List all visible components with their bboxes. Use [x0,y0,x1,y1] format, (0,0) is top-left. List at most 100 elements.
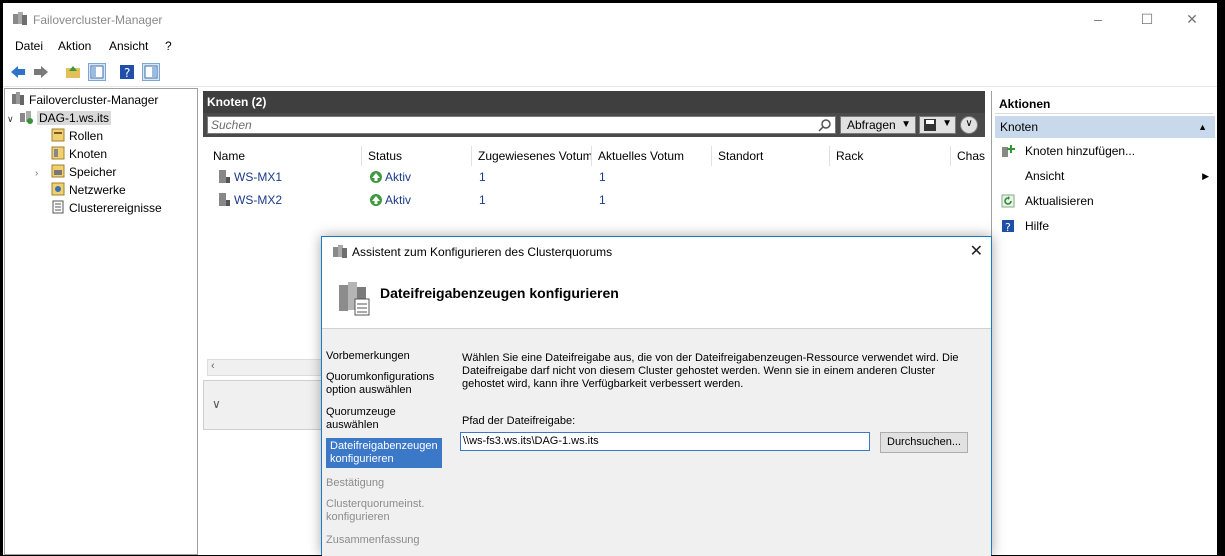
column-rack[interactable]: Rack [830,146,951,166]
chevron-right-icon[interactable]: › [35,166,51,182]
horizontal-scrollbar[interactable]: ‹ [207,359,327,376]
roles-icon [51,128,65,142]
show-action-pane-icon[interactable] [142,63,160,81]
file-share-path-input[interactable]: \\ws-fs3.ws.its\DAG-1.ws.its [460,432,870,451]
networks-icon [51,182,65,196]
menu-help[interactable]: ? [165,39,172,53]
node-current-vote: 1 [599,193,606,207]
table-row[interactable]: WS-MX1 Aktiv 1 1 [207,166,977,188]
close-icon[interactable]: ✕ [970,241,983,261]
events-icon [52,200,64,214]
menu-datei[interactable]: Datei [15,39,43,53]
wizard-step: Zusammenfassung [326,534,420,546]
save-query-button[interactable]: ▼ [919,116,956,134]
cluster-icon [20,111,33,124]
search-input[interactable]: Suchen [207,116,836,134]
expand-button[interactable]: ∨ [960,116,978,134]
tree-item-netzwerke[interactable]: Netzwerke [51,182,126,198]
action-help[interactable]: ? Hilfe [995,215,1213,237]
wizard-step: Bestätigung [326,477,385,489]
action-add-node[interactable]: Knoten hinzufügen... [995,140,1213,162]
pane-title: Knoten (2) [203,91,985,113]
svg-text:?: ? [1005,221,1011,233]
wizard-step: Vorbemerkungen [326,350,410,362]
tree-root[interactable]: Failovercluster-Manager [11,92,158,108]
status-up-icon [370,171,382,183]
actions-pane: Aktionen Knoten ▲ Knoten hinzufügen... An… [991,91,1217,555]
cluster-manager-icon [13,12,27,25]
node-assigned-vote: 1 [479,170,486,184]
actions-section-label: Knoten [1000,120,1039,134]
action-refresh[interactable]: Aktualisieren [995,190,1213,212]
column-assigned-vote[interactable]: Zugewiesenes Votum [472,146,592,166]
back-arrow-icon[interactable] [10,64,26,80]
actions-section[interactable]: Knoten ▲ [995,116,1215,138]
add-node-icon [1002,145,1015,157]
tree-item-knoten[interactable]: Knoten [51,146,107,162]
tree-item-rollen[interactable]: Rollen [51,128,103,144]
up-folder-icon[interactable] [65,64,81,80]
path-label: Pfad der Dateifreigabe: [462,415,576,427]
description-text: Wählen Sie eine Dateifreigabe aus, die v… [462,352,959,390]
wizard-step-active: Dateifreigabenzeugen konfigurieren [326,438,442,468]
column-status[interactable]: Status [362,146,472,166]
svg-text:?: ? [124,66,130,80]
close-button[interactable]: ✕ [1169,3,1215,35]
server-icon [219,193,230,206]
action-add-node-label: Knoten hinzufügen... [1025,144,1136,158]
column-current-vote[interactable]: Aktuelles Votum [592,146,712,166]
chevron-down-icon: ▼ [901,119,911,130]
wizard-step: Quorumzeuge auswählen [326,406,396,431]
server-icon [219,170,230,183]
query-label: Abfragen [847,118,896,132]
node-assigned-vote: 1 [479,193,486,207]
wizard-body: Wählen Sie eine Dateifreigabe aus, die v… [446,329,991,556]
query-button[interactable]: Abfragen ▼ [840,116,916,134]
node-name: WS-MX2 [234,193,282,207]
toolbar: ? [3,58,1217,87]
search-icon[interactable] [818,118,832,132]
column-name[interactable]: Name [207,146,362,166]
chevron-down-icon[interactable]: ∨ [212,397,221,411]
show-tree-icon[interactable] [88,63,106,81]
action-view[interactable]: Ansicht ▶ [995,165,1213,187]
menu-bar: Datei Aktion Ansicht ? [3,35,1217,57]
chevron-down-icon[interactable]: ∨ [7,111,19,127]
column-site[interactable]: Standort [712,146,830,166]
tree-item-rollen-label: Rollen [69,129,104,143]
help-icon[interactable]: ? [119,64,135,80]
cluster-manager-icon [333,245,347,258]
minimize-button[interactable]: – [1075,3,1121,35]
node-current-vote: 1 [599,170,606,184]
tree-item-speicher[interactable]: › Speicher [35,164,116,180]
node-status: Aktiv [385,170,412,184]
tree-item-clusterereignisse-label: Clusterereignisse [69,201,162,215]
tree-cluster[interactable]: ∨ DAG-1.ws.its [7,110,112,127]
dialog-title: Assistent zum Konfigurieren des Clusterq… [352,245,613,259]
file-share-witness-icon [339,282,370,316]
scroll-left-icon[interactable]: ‹ [211,360,215,372]
submenu-arrow-icon: ▶ [1202,171,1209,181]
browse-button[interactable]: Durchsuchen... [880,432,968,453]
window-title: Failovercluster-Manager [33,13,163,27]
save-icon [924,119,936,131]
actions-title: Aktionen [995,94,1213,114]
tree-item-clusterereignisse[interactable]: Clusterereignisse [51,200,162,216]
node-name: WS-MX1 [234,170,282,184]
menu-aktion[interactable]: Aktion [58,39,91,53]
collapse-up-icon[interactable]: ▲ [1198,116,1207,138]
node-status: Aktiv [385,193,412,207]
title-bar: Failovercluster-Manager – ☐ ✕ [3,3,1217,35]
forward-arrow-icon[interactable] [33,64,49,80]
maximize-button[interactable]: ☐ [1124,3,1170,35]
menu-ansicht[interactable]: Ansicht [109,39,148,53]
quorum-wizard-dialog: Assistent zum Konfigurieren des Clusterq… [321,236,992,556]
nodes-icon [51,146,65,160]
refresh-icon [1001,194,1015,208]
chevron-down-icon: ∨ [965,118,973,129]
chevron-down-icon: ▼ [942,118,952,129]
action-refresh-label: Aktualisieren [1025,194,1094,208]
column-chassis[interactable]: Chass [951,146,985,166]
table-row[interactable]: WS-MX2 Aktiv 1 1 [207,189,977,211]
tree-cluster-label: DAG-1.ws.its [37,111,112,125]
